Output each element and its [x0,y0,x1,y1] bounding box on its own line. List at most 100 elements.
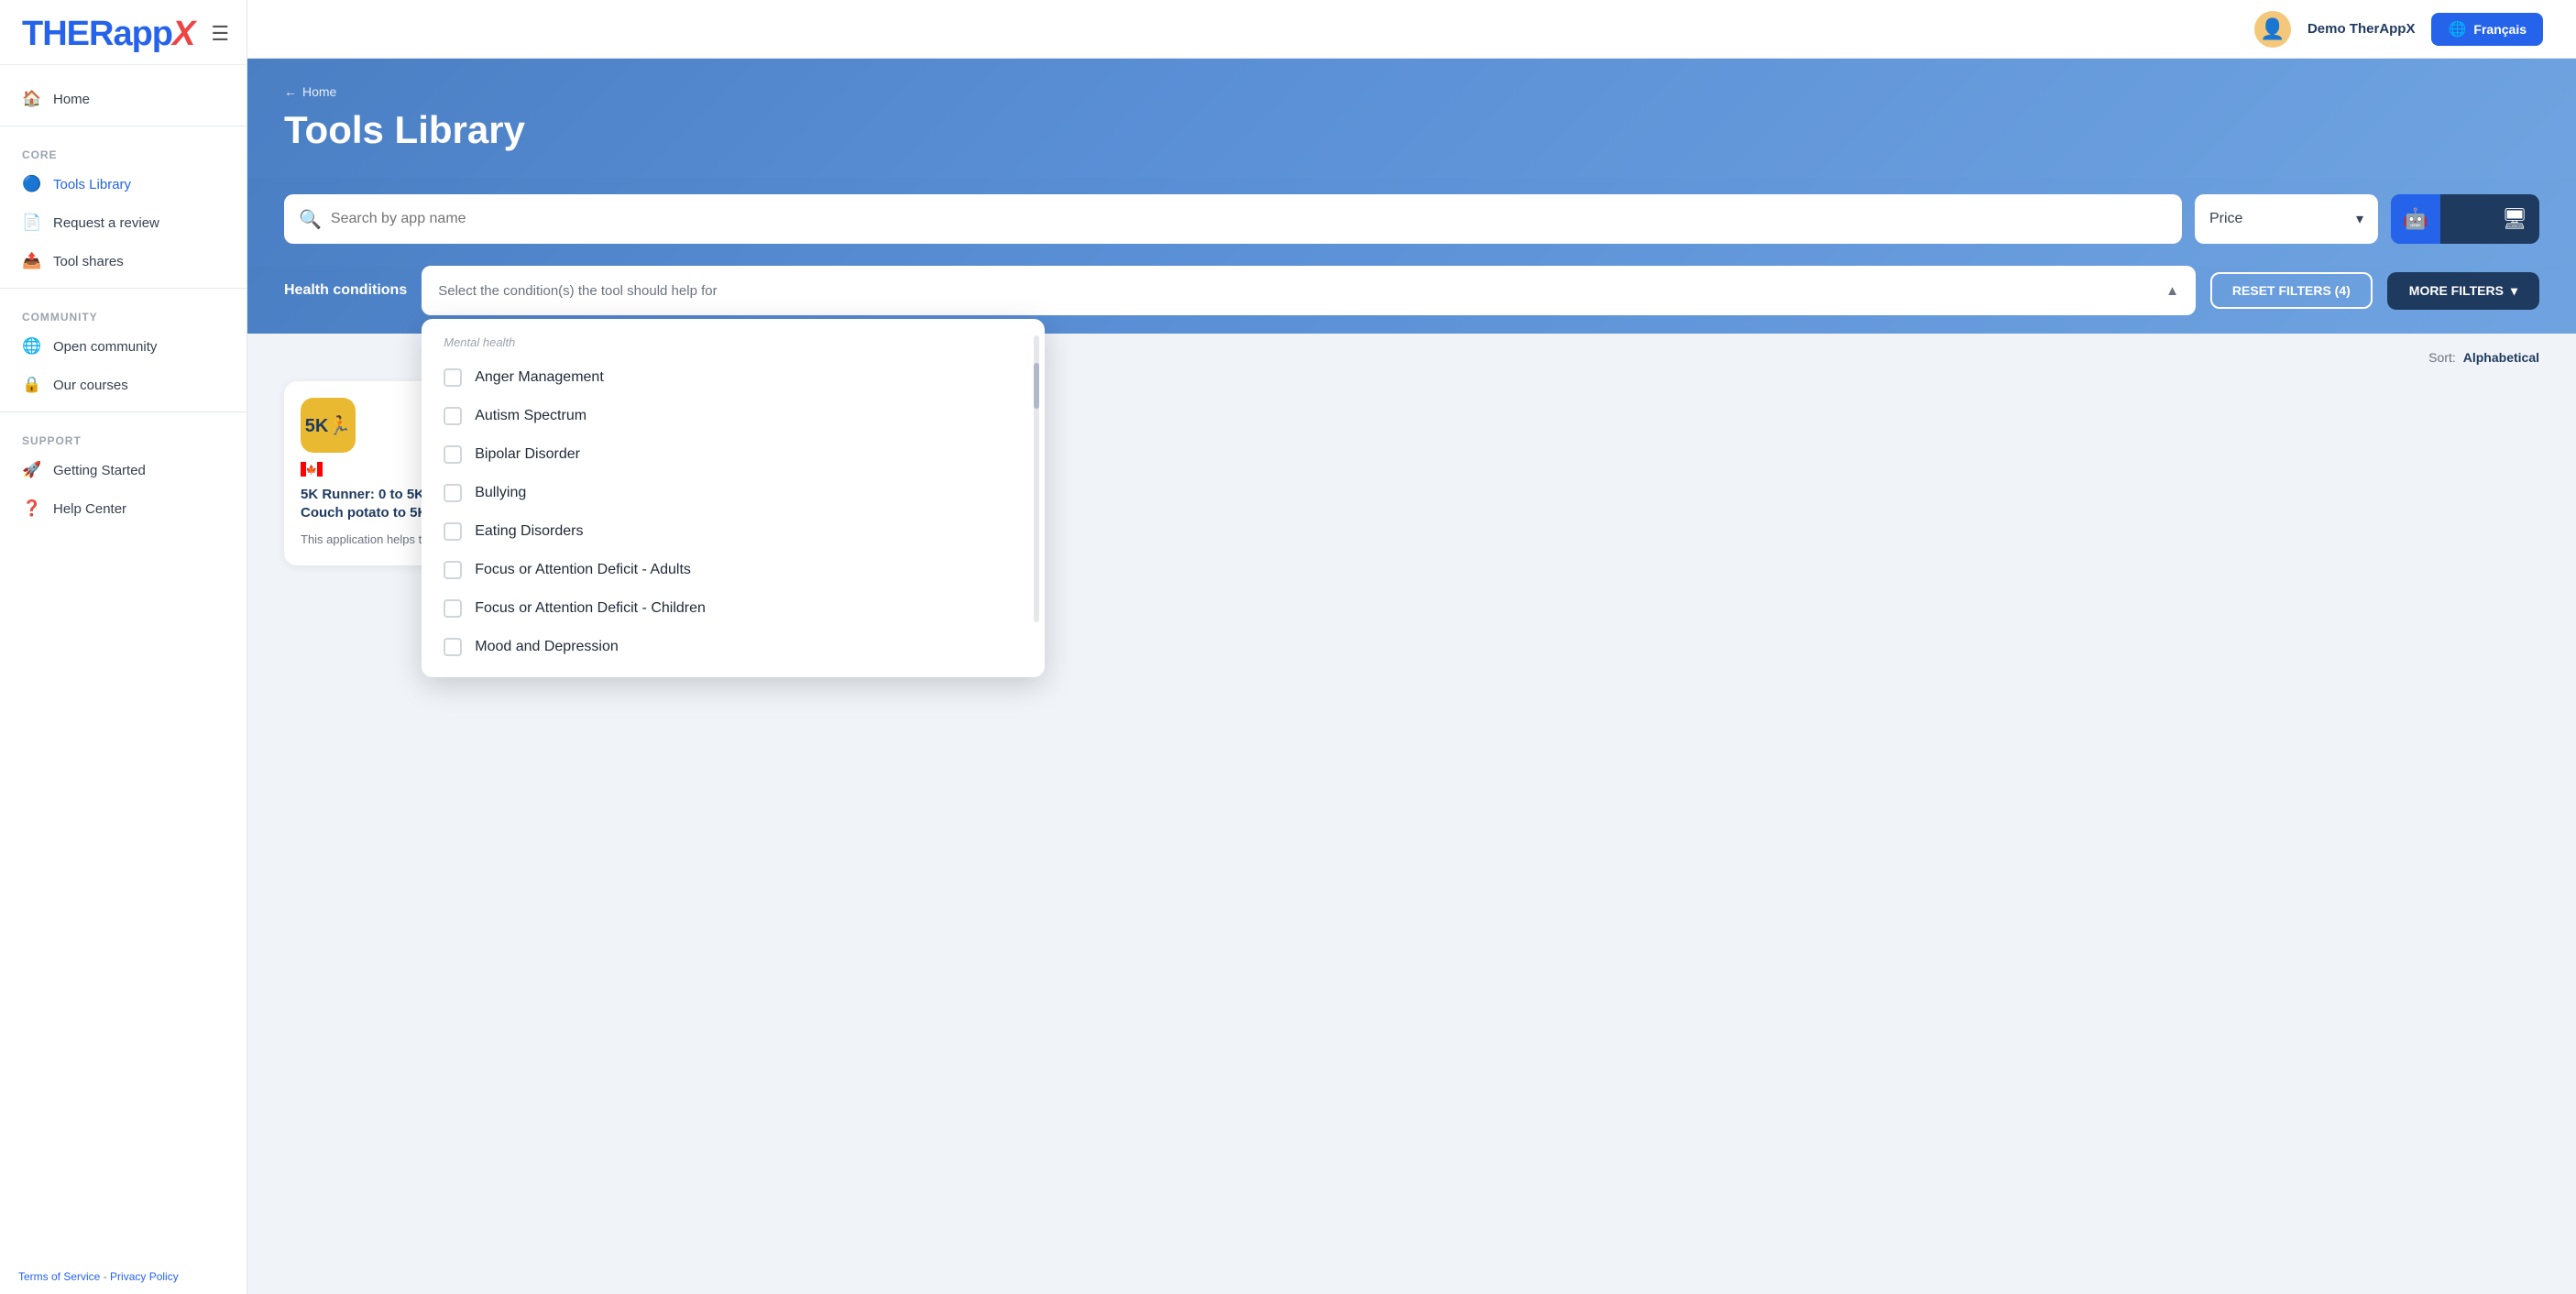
nav-getting-started[interactable]: 🚀 Getting Started [0,451,247,489]
web-platform-btn[interactable]: 🖥 [2490,194,2539,244]
tos-link[interactable]: Terms of Service [18,1270,100,1283]
tool-shares-icon: 📤 [22,251,42,271]
home-icon: 🏠 [22,89,42,109]
more-filters-button[interactable]: MORE FILTERS ▾ [2387,272,2539,310]
health-conditions-label: Health conditions [284,282,407,299]
condition-checkbox-eating[interactable] [444,522,462,541]
nav-our-courses[interactable]: 🔒 Our courses [0,366,247,404]
condition-label-anger: Anger Management [475,369,604,386]
condition-label-mood: Mood and Depression [475,639,619,655]
language-icon: 🌐 [2448,20,2466,38]
condition-label-bipolar: Bipolar Disorder [475,446,580,463]
conditions-select[interactable]: Select the condition(s) the tool should … [422,266,2196,315]
condition-anger-management[interactable]: Anger Management [422,358,1045,397]
condition-bullying[interactable]: Bullying [422,474,1045,512]
nav-request-review[interactable]: 📄 Request a review [0,203,247,242]
condition-checkbox-focus-adults[interactable] [444,561,462,579]
sidebar-logo-area: THERappX ☰ [0,0,247,65]
scrollbar-thumb [1034,363,1039,409]
conditions-placeholder: Select the condition(s) the tool should … [438,283,717,299]
nav-home[interactable]: 🏠 Home [0,80,247,118]
nav-home-label: Home [53,92,90,107]
condition-eating-disorders[interactable]: Eating Disorders [422,512,1045,551]
sort-value[interactable]: Alphabetical [2463,350,2539,365]
condition-checkbox-bipolar[interactable] [444,445,462,464]
logo: THERappX [22,16,194,51]
price-dropdown[interactable]: Price ▾ [2195,194,2378,244]
nav-our-courses-label: Our courses [53,378,128,393]
more-filters-label: MORE FILTERS [2409,283,2504,298]
svg-text:🍁: 🍁 [306,464,317,476]
scrollbar-track [1034,335,1039,622]
language-label: Français [2473,22,2527,37]
canada-flag: 🍁 [301,462,323,477]
conditions-dropdown-panel: Mental health Anger Management Autism Sp… [422,319,1045,677]
condition-checkbox-bullying[interactable] [444,484,462,502]
logo-ther: THER [22,15,113,53]
condition-label-focus-adults: Focus or Attention Deficit - Adults [475,562,691,578]
condition-focus-adults[interactable]: Focus or Attention Deficit - Adults [422,551,1045,589]
logo-x: X [172,15,194,53]
filter-bar: 🔍 Price ▾ 🤖 🖥 [247,178,2576,266]
nav-divider-3 [0,411,247,412]
request-review-icon: 📄 [22,213,42,233]
sidebar-nav: 🏠 Home CORE 🔵 Tools Library 📄 Request a … [0,65,247,1259]
search-box: 🔍 [284,194,2182,244]
nav-tools-library-label: Tools Library [53,177,131,192]
dropdown-section-label: Mental health [422,335,1045,358]
our-courses-icon: 🔒 [22,375,42,395]
ios-platform-btn[interactable] [2440,194,2490,244]
hamburger-icon[interactable]: ☰ [211,22,229,46]
nav-getting-started-label: Getting Started [53,463,146,478]
condition-focus-children[interactable]: Focus or Attention Deficit - Children [422,589,1045,628]
getting-started-icon: 🚀 [22,460,42,480]
condition-checkbox-focus-children[interactable] [444,599,462,618]
condition-checkbox-autism[interactable] [444,407,462,425]
section-label-support: SUPPORT [0,420,247,451]
more-filters-chevron-icon: ▾ [2511,283,2517,299]
breadcrumb-label: Home [302,84,336,99]
nav-divider-2 [0,288,247,289]
condition-mood-depression[interactable]: Mood and Depression [422,628,1045,666]
section-label-community: COMMUNITY [0,296,247,327]
search-icon: 🔍 [299,208,322,231]
condition-label-autism: Autism Spectrum [475,408,586,424]
help-center-icon: ❓ [22,499,42,519]
condition-label-focus-children: Focus or Attention Deficit - Children [475,600,706,617]
nav-help-center-label: Help Center [53,501,126,517]
tools-library-icon: 🔵 [22,174,42,194]
sort-label: Sort: [2428,350,2456,365]
open-community-icon: 🌐 [22,336,42,356]
nav-open-community[interactable]: 🌐 Open community [0,327,247,366]
condition-checkbox-anger[interactable] [444,368,462,387]
nav-tool-shares-label: Tool shares [53,254,124,269]
avatar: 👤 [2254,11,2291,48]
condition-bipolar-disorder[interactable]: Bipolar Disorder [422,435,1045,474]
condition-checkbox-mood[interactable] [444,638,462,656]
language-button[interactable]: 🌐 Français [2431,13,2543,46]
conditions-row: Health conditions Select the condition(s… [247,266,2576,334]
privacy-link[interactable]: Privacy Policy [110,1270,179,1283]
sidebar: THERappX ☰ 🏠 Home CORE 🔵 Tools Library 📄… [0,0,247,1294]
nav-help-center[interactable]: ❓ Help Center [0,489,247,528]
reset-filters-button[interactable]: RESET FILTERS (4) [2210,272,2373,309]
topbar: 👤 Demo TherAppX 🌐 Français [247,0,2576,59]
main-content: 👤 Demo TherAppX 🌐 Français ← Home Tools … [247,0,2576,1294]
logo-app: app [113,15,172,53]
search-input[interactable] [331,211,2167,227]
breadcrumb[interactable]: ← Home [284,84,2539,99]
platform-buttons: 🤖 🖥 [2391,194,2539,244]
page-title: Tools Library [284,108,2539,152]
card-icon: 5K🏃 [301,398,356,453]
nav-tool-shares[interactable]: 📤 Tool shares [0,242,247,280]
hero-section: ← Home Tools Library [247,59,2576,178]
nav-request-review-label: Request a review [53,215,159,231]
condition-label-bullying: Bullying [475,485,526,501]
search-row: 🔍 Price ▾ 🤖 🖥 [284,194,2539,244]
condition-autism-spectrum[interactable]: Autism Spectrum [422,397,1045,435]
sidebar-footer: Terms of Service - Privacy Policy [0,1259,247,1294]
nav-open-community-label: Open community [53,339,157,355]
android-platform-btn[interactable]: 🤖 [2391,194,2440,244]
user-name: Demo TherAppX [2307,21,2416,37]
nav-tools-library[interactable]: 🔵 Tools Library [0,165,247,203]
